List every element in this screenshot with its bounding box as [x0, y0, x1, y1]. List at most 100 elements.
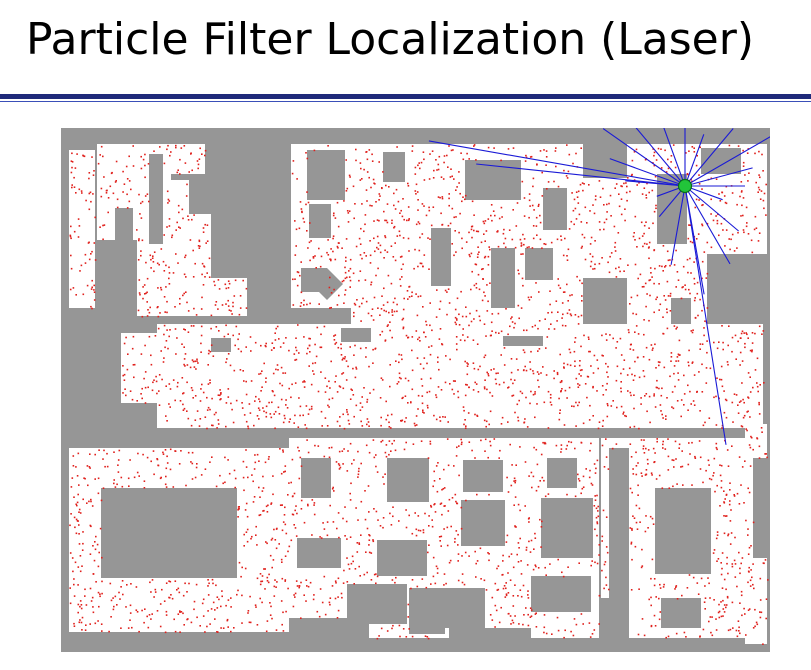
particle [419, 529, 422, 532]
particle [756, 382, 758, 384]
particle [131, 347, 134, 350]
particle [336, 617, 339, 619]
particle [720, 378, 723, 381]
particle [337, 596, 339, 598]
particle [390, 282, 393, 285]
particle [363, 168, 365, 171]
particle [186, 410, 188, 412]
particle [406, 290, 409, 292]
particle [330, 292, 333, 294]
particle [577, 386, 580, 388]
particle [152, 261, 155, 263]
particle [383, 287, 385, 290]
particle [463, 409, 465, 412]
particle [458, 474, 460, 477]
particle [509, 579, 512, 581]
particle [577, 383, 579, 385]
particle [670, 155, 673, 157]
particle [470, 320, 473, 323]
particle [676, 483, 678, 485]
particle [500, 330, 503, 333]
particle [591, 255, 594, 258]
particle [653, 282, 655, 285]
particle [269, 602, 271, 604]
particle [516, 403, 519, 406]
particle [596, 459, 599, 462]
particle [375, 454, 377, 456]
particle [398, 624, 401, 627]
particle [192, 325, 195, 327]
particle [667, 259, 670, 262]
particle [549, 393, 552, 396]
particle [573, 198, 576, 201]
particle [361, 425, 364, 427]
particle [359, 575, 361, 577]
particle [196, 358, 198, 361]
particle [346, 557, 348, 559]
particle [437, 163, 440, 166]
particle [642, 370, 645, 372]
particle [349, 267, 352, 270]
particle [378, 161, 380, 163]
particle [199, 625, 201, 627]
particle [594, 263, 596, 266]
free-area [69, 150, 95, 308]
particle [665, 415, 667, 417]
particle [702, 628, 705, 631]
particle [654, 343, 656, 346]
particle [568, 440, 570, 443]
particle [722, 229, 724, 231]
particle [245, 531, 248, 533]
particle [440, 545, 442, 547]
particle [236, 593, 238, 596]
particle [560, 239, 563, 241]
particle [215, 485, 218, 488]
particle [164, 449, 167, 451]
particle [349, 286, 351, 288]
particle [454, 537, 456, 540]
particle [545, 574, 547, 576]
particle [633, 425, 636, 428]
particle [654, 406, 657, 408]
particle [723, 411, 726, 414]
particle [436, 289, 438, 291]
particle [675, 286, 677, 288]
particle [375, 510, 378, 513]
particle [563, 291, 566, 293]
particle [290, 539, 293, 542]
particle [230, 606, 232, 608]
particle [610, 215, 612, 217]
particle [570, 630, 572, 633]
obstacle [463, 460, 503, 492]
particle [524, 461, 527, 463]
particle [618, 193, 620, 195]
particle [354, 203, 356, 205]
particle [147, 309, 149, 311]
particle [72, 465, 75, 467]
particle [349, 176, 351, 178]
particle [78, 621, 81, 624]
particle [701, 260, 704, 263]
obstacle [181, 530, 217, 566]
particle [265, 405, 268, 408]
particle [740, 332, 743, 335]
particle [731, 401, 734, 404]
particle [623, 359, 626, 361]
particle [158, 390, 160, 392]
particle [758, 150, 760, 153]
particle [677, 360, 680, 362]
particle [454, 380, 456, 382]
particle [70, 225, 72, 228]
particle [336, 420, 339, 423]
particle [505, 587, 507, 590]
particle [169, 388, 172, 390]
particle [231, 408, 233, 411]
particle [728, 503, 731, 506]
particle [763, 192, 766, 195]
particle [489, 282, 491, 284]
particle [369, 262, 372, 264]
particle [721, 587, 724, 589]
particle [753, 587, 755, 590]
particle [300, 465, 303, 467]
particle [426, 404, 429, 407]
